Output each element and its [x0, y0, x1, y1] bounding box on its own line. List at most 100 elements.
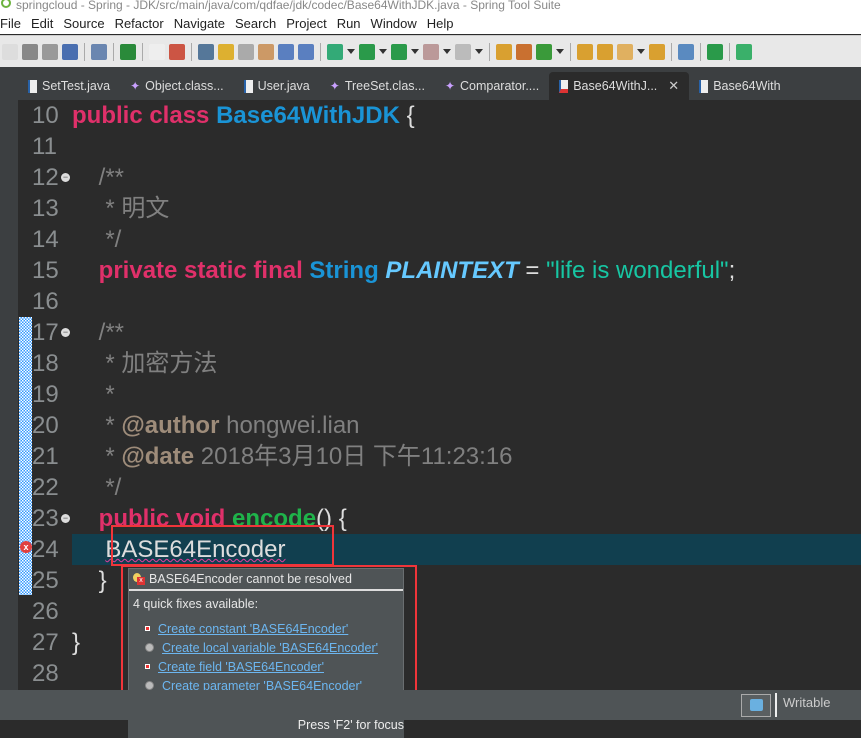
- dropdown-arrow-icon[interactable]: [443, 49, 451, 54]
- toolbar-button-icon[interactable]: [91, 43, 107, 60]
- toolbar-button-icon[interactable]: [149, 43, 165, 60]
- toolbar-button-icon[interactable]: [359, 43, 375, 60]
- toolbar-button-icon[interactable]: [736, 43, 752, 60]
- code-line[interactable]: 10 public class Base64WithJDK {: [0, 100, 861, 131]
- fold-toggle-icon[interactable]: −: [61, 328, 70, 337]
- menu-search[interactable]: Search: [232, 16, 283, 31]
- code-line[interactable]: 18 * 加密方法: [0, 348, 861, 379]
- code-line[interactable]: 16: [0, 286, 861, 317]
- window-title-text: springcloud - Spring - JDK/src/main/java…: [16, 0, 561, 12]
- window-title: springcloud - Spring - JDK/src/main/java…: [0, 0, 861, 12]
- dropdown-arrow-icon[interactable]: [556, 49, 564, 54]
- line-number: 19: [32, 381, 59, 408]
- code-line[interactable]: 19 *: [0, 379, 861, 410]
- code-text: /**: [98, 319, 125, 346]
- menu-window[interactable]: Window: [368, 16, 424, 31]
- line-number: 28: [32, 660, 59, 687]
- tab-label: SetTest.java: [42, 79, 111, 93]
- code-line[interactable]: 17− /**: [0, 317, 861, 348]
- toolbar: [0, 35, 861, 67]
- toolbar-button-icon[interactable]: [298, 43, 314, 60]
- toolbar-button-icon[interactable]: [169, 43, 185, 60]
- menu-help[interactable]: Help: [424, 16, 461, 31]
- highlight-box-popup: [121, 565, 417, 705]
- toolbar-button-icon[interactable]: [649, 43, 665, 60]
- line-number: 22: [32, 474, 59, 501]
- toolbar-button-icon[interactable]: [423, 43, 439, 60]
- code-text: /**: [98, 164, 125, 191]
- toolbar-button-icon[interactable]: [278, 43, 294, 60]
- error-marker-icon[interactable]: x: [20, 541, 32, 553]
- code-text: }: [72, 629, 81, 656]
- toolbar-button-icon[interactable]: [577, 43, 593, 60]
- status-bar: Writable: [0, 690, 861, 720]
- line-number: 14: [32, 226, 59, 253]
- toolbar-button-icon[interactable]: [597, 43, 613, 60]
- menu-navigate[interactable]: Navigate: [171, 16, 232, 31]
- remote-systems-icon[interactable]: [741, 694, 771, 717]
- menu-source[interactable]: Source: [60, 16, 111, 31]
- editor-tab[interactable]: SetTest.java: [18, 72, 120, 100]
- code-editor[interactable]: 10 public class Base64WithJDK {11 12− /** 1…: [0, 100, 861, 738]
- code-line[interactable]: 13 * 明文: [0, 193, 861, 224]
- code-text: private static final String PLAINTEXT = …: [98, 257, 736, 284]
- menu-file[interactable]: File: [0, 16, 28, 31]
- toolbar-button-icon[interactable]: [218, 43, 234, 60]
- editor-tab[interactable]: Base64With: [689, 72, 790, 100]
- toolbar-button-icon[interactable]: [516, 43, 532, 60]
- toolbar-button-icon[interactable]: [617, 43, 633, 60]
- editor-tab[interactable]: ✦ Object.class...: [120, 72, 234, 100]
- toolbar-button-icon[interactable]: [327, 43, 343, 60]
- dropdown-arrow-icon[interactable]: [637, 49, 645, 54]
- toolbar-button-icon[interactable]: [120, 43, 136, 60]
- line-number: 24: [32, 536, 59, 563]
- code-line[interactable]: 15 private static final String PLAINTEXT…: [0, 255, 861, 286]
- toolbar-button-icon[interactable]: [707, 43, 723, 60]
- fold-toggle-icon[interactable]: −: [61, 173, 70, 182]
- dropdown-arrow-icon[interactable]: [347, 49, 355, 54]
- code-text: */: [105, 474, 122, 501]
- code-line[interactable]: 20 * @author hongwei.lian: [0, 410, 861, 441]
- toolbar-button-icon[interactable]: [2, 43, 18, 60]
- toolbar-button-icon[interactable]: [62, 43, 78, 60]
- code-text: public class Base64WithJDK {: [72, 102, 415, 129]
- toolbar-button-icon[interactable]: [391, 43, 407, 60]
- tab-label: Base64WithJ...: [573, 79, 658, 93]
- code-line[interactable]: 11: [0, 131, 861, 162]
- dropdown-arrow-icon[interactable]: [379, 49, 387, 54]
- toolbar-button-icon[interactable]: [678, 43, 694, 60]
- dropdown-arrow-icon[interactable]: [411, 49, 419, 54]
- toolbar-button-icon[interactable]: [455, 43, 471, 60]
- menu-refactor[interactable]: Refactor: [112, 16, 171, 31]
- line-number: 15: [32, 257, 59, 284]
- code-line[interactable]: 12− /**: [0, 162, 861, 193]
- editor-tab[interactable]: ✦ Comparator....: [435, 72, 549, 100]
- toolbar-button-icon[interactable]: [42, 43, 58, 60]
- line-number: 10: [32, 102, 59, 129]
- dropdown-arrow-icon[interactable]: [475, 49, 483, 54]
- code-line[interactable]: 14 */: [0, 224, 861, 255]
- fold-toggle-icon[interactable]: −: [61, 514, 70, 523]
- toolbar-button-icon[interactable]: [198, 43, 214, 60]
- editor-tab[interactable]: ✦ TreeSet.clas...: [320, 72, 435, 100]
- menu-project[interactable]: Project: [283, 16, 333, 31]
- editor-tab[interactable]: Base64WithJ... ✕: [549, 72, 690, 100]
- focus-hint: Press 'F2' for focus: [128, 718, 404, 738]
- toolbar-button-icon[interactable]: [238, 43, 254, 60]
- toolbar-button-icon[interactable]: [536, 43, 552, 60]
- menu-edit[interactable]: Edit: [28, 16, 60, 31]
- toolbar-button-icon[interactable]: [22, 43, 38, 60]
- editor-tab[interactable]: User.java: [234, 72, 320, 100]
- toolbar-button-icon[interactable]: [496, 43, 512, 60]
- code-line[interactable]: 21 * @date 2018年3月10日 下午11:23:16: [0, 441, 861, 472]
- line-number: 21: [32, 443, 59, 470]
- class-file-icon: ✦: [444, 79, 456, 93]
- line-number: 27: [32, 629, 59, 656]
- code-text: * @author hongwei.lian: [105, 412, 360, 439]
- code-line[interactable]: 22 */: [0, 472, 861, 503]
- toolbar-button-icon[interactable]: [258, 43, 274, 60]
- menu-run[interactable]: Run: [334, 16, 368, 31]
- close-tab-icon[interactable]: ✕: [668, 78, 679, 94]
- java-file-icon: [699, 79, 709, 93]
- tab-label: Comparator....: [460, 79, 540, 93]
